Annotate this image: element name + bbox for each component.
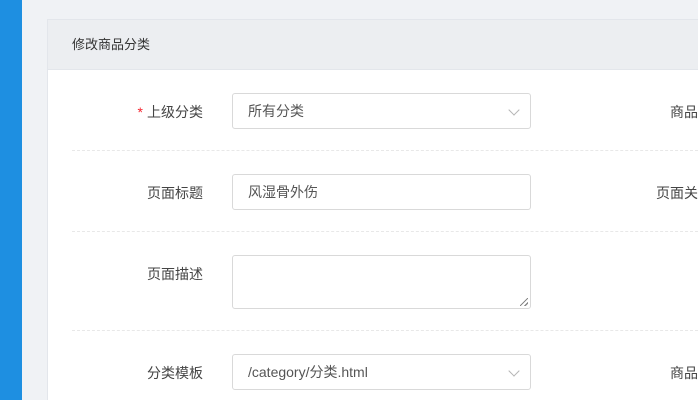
parent-category-value: 所有分类: [248, 103, 304, 119]
panel-title: 修改商品分类: [72, 37, 151, 52]
panel-header: 修改商品分类: [48, 20, 698, 70]
right-row1-label: 商品: [670, 104, 698, 120]
row-divider: [72, 330, 698, 331]
row-divider: [72, 231, 698, 232]
page-description-textarea[interactable]: [232, 255, 531, 309]
category-template-label: 分类模板: [147, 365, 203, 381]
page-description-label: 页面描述: [147, 266, 203, 282]
parent-category-label: * 上级分类: [48, 102, 203, 122]
chevron-down-icon: [508, 365, 520, 377]
chevron-down-icon: [508, 104, 520, 116]
left-accent-bar: [0, 0, 22, 400]
page-title-label: 页面标题: [147, 185, 203, 201]
resize-handle-icon[interactable]: [520, 298, 528, 306]
row-divider: [72, 150, 698, 151]
right-row2-label: 页面关: [656, 185, 698, 201]
category-template-select[interactable]: /category/分类.html: [232, 354, 531, 390]
page-title-input[interactable]: 风湿骨外伤: [232, 174, 531, 210]
page-title-value: 风湿骨外伤: [248, 184, 318, 200]
required-mark: *: [137, 104, 143, 120]
category-template-value: /category/分类.html: [248, 364, 368, 380]
edit-category-panel: 修改商品分类 * 上级分类 所有分类 商品 页面标题 风湿骨外伤 页面关 页面描述…: [47, 19, 698, 400]
right-row4-label: 商品: [670, 365, 698, 381]
parent-category-select[interactable]: 所有分类: [232, 93, 531, 129]
parent-category-label-text: 上级分类: [147, 104, 203, 120]
